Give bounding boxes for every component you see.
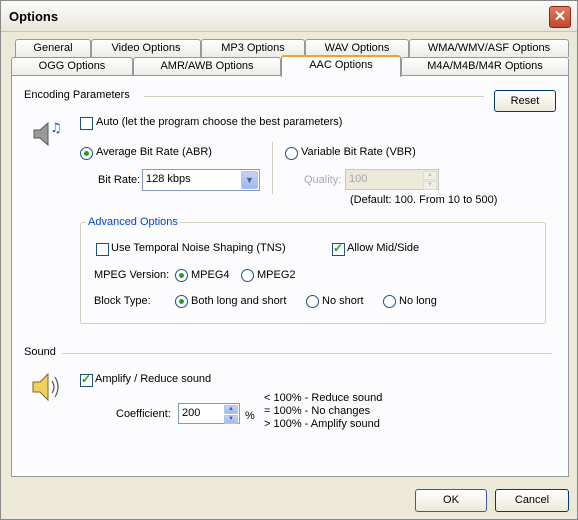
- sound-separator: [62, 353, 552, 354]
- ok-button[interactable]: OK: [415, 489, 487, 512]
- block-both-label: Both long and short: [191, 295, 287, 307]
- tab-row-2: OGG Options AMR/AWB Options AAC Options …: [1, 55, 577, 77]
- vbr-radio[interactable]: [285, 147, 298, 160]
- svg-text:♫: ♫: [50, 121, 62, 136]
- vbr-label: Variable Bit Rate (VBR): [301, 146, 416, 158]
- quality-spinner[interactable]: ▲ ▼: [423, 171, 437, 190]
- coefficient-value: 200: [182, 407, 201, 419]
- speaker-music-icon: ♫: [30, 116, 64, 150]
- amplify-checkbox[interactable]: [80, 372, 93, 387]
- tns-checkbox[interactable]: [96, 243, 109, 256]
- advanced-options-title: Advanced Options: [86, 216, 180, 228]
- coefficient-spinner[interactable]: ▲ ▼: [224, 405, 238, 424]
- chevron-down-icon[interactable]: ▼: [241, 171, 258, 189]
- tab-ogg-options[interactable]: OGG Options: [11, 57, 133, 75]
- coefficient-unit: %: [245, 410, 255, 422]
- tns-label: Use Temporal Noise Shaping (TNS): [111, 242, 286, 254]
- mpeg2-radio[interactable]: [241, 269, 254, 282]
- mpeg4-radio[interactable]: [175, 269, 188, 282]
- aac-options-panel: Encoding Parameters Reset ♫ Auto (let th…: [11, 75, 569, 477]
- abr-label: Average Bit Rate (ABR): [96, 146, 212, 158]
- quality-label: Quality:: [304, 174, 342, 186]
- mpeg2-label: MPEG2: [257, 269, 296, 281]
- legend-amplify: > 100% - Amplify sound: [264, 418, 380, 430]
- options-window: Options ✕ General Video Options MP3 Opti…: [0, 0, 578, 520]
- block-nolong-radio[interactable]: [383, 295, 396, 308]
- tab-wma-options[interactable]: WMA/WMV/ASF Options: [409, 39, 569, 57]
- midside-label: Allow Mid/Side: [347, 242, 420, 254]
- auto-checkbox[interactable]: [80, 117, 93, 130]
- quality-hint: (Default: 100. From 10 to 500): [350, 194, 498, 206]
- amplify-label: Amplify / Reduce sound: [95, 373, 212, 385]
- spin-up-icon[interactable]: ▲: [224, 405, 238, 414]
- bitrate-value: 128 kbps: [146, 173, 191, 185]
- coefficient-spinbox[interactable]: 200 ▲ ▼: [178, 403, 240, 424]
- coefficient-label: Coefficient:: [116, 408, 171, 420]
- encoding-separator: [144, 96, 484, 97]
- block-noshort-radio[interactable]: [306, 295, 319, 308]
- tab-amr-options[interactable]: AMR/AWB Options: [133, 57, 281, 75]
- spin-up-icon[interactable]: ▲: [423, 171, 437, 180]
- close-button[interactable]: ✕: [549, 6, 571, 28]
- speaker-volume-icon: [30, 369, 66, 405]
- reset-button[interactable]: Reset: [494, 90, 556, 112]
- sound-section-label: Sound: [24, 346, 56, 358]
- tab-general[interactable]: General: [15, 39, 91, 57]
- abr-radio[interactable]: [80, 147, 93, 160]
- mpeg-version-label: MPEG Version:: [94, 269, 170, 281]
- vertical-divider: [272, 142, 273, 194]
- tab-m4a-options[interactable]: M4A/M4B/M4R Options: [401, 57, 569, 75]
- block-noshort-label: No short: [322, 295, 364, 307]
- encoding-section-label: Encoding Parameters: [24, 89, 130, 101]
- block-both-radio[interactable]: [175, 295, 188, 308]
- window-title: Options: [9, 9, 59, 24]
- auto-label: Auto (let the program choose the best pa…: [96, 116, 343, 128]
- close-icon: ✕: [553, 8, 567, 25]
- mpeg4-label: MPEG4: [191, 269, 230, 281]
- block-type-label: Block Type:: [94, 295, 151, 307]
- midside-checkbox[interactable]: [332, 241, 345, 256]
- spin-down-icon[interactable]: ▼: [423, 181, 437, 190]
- cancel-button[interactable]: Cancel: [495, 489, 569, 512]
- spin-down-icon[interactable]: ▼: [224, 415, 238, 424]
- title-bar: Options ✕: [1, 1, 577, 32]
- tab-aac-options[interactable]: AAC Options: [281, 55, 401, 77]
- bitrate-label: Bit Rate:: [98, 174, 141, 186]
- quality-value: 100: [349, 173, 368, 185]
- tab-video-options[interactable]: Video Options: [91, 39, 201, 57]
- quality-spinbox[interactable]: 100 ▲ ▼: [345, 169, 439, 190]
- block-nolong-label: No long: [399, 295, 437, 307]
- legend-nochange: = 100% - No changes: [264, 405, 371, 417]
- legend-reduce: < 100% - Reduce sound: [264, 392, 383, 404]
- bitrate-dropdown[interactable]: 128 kbps ▼: [142, 169, 260, 191]
